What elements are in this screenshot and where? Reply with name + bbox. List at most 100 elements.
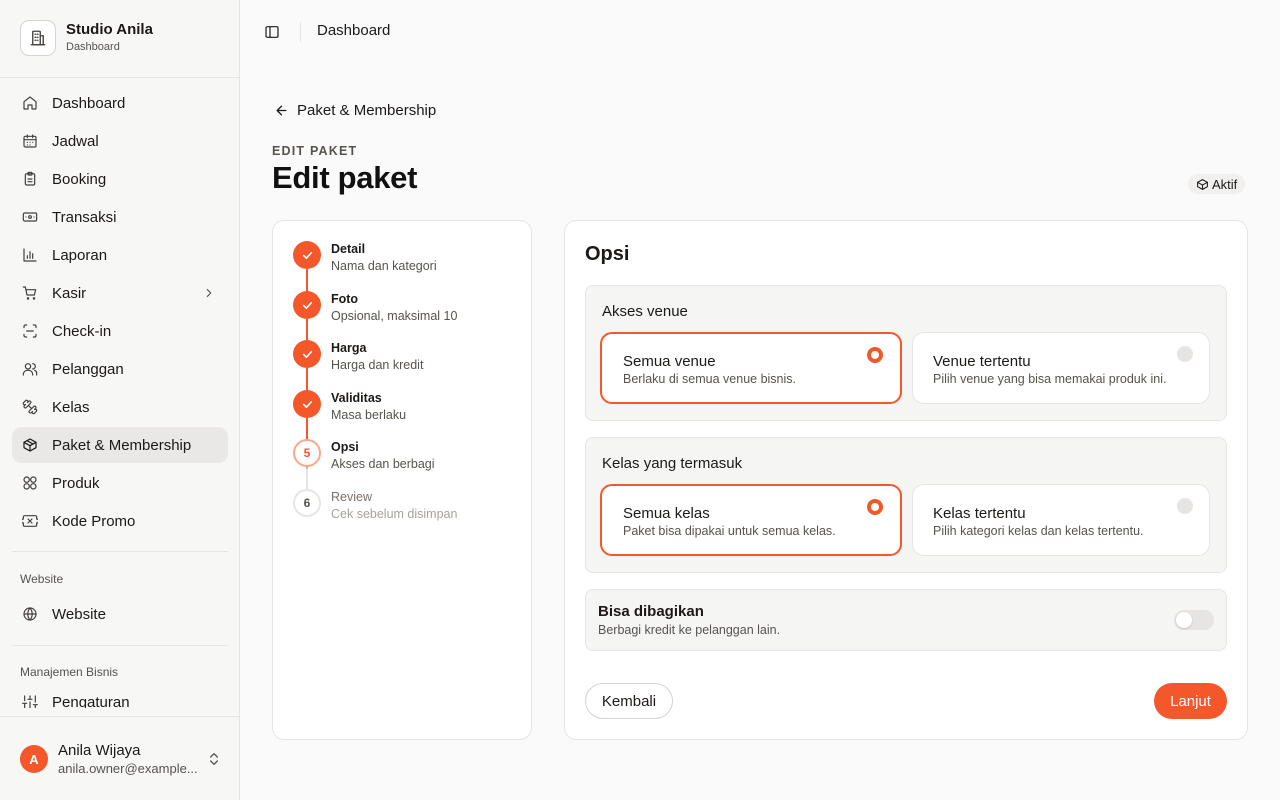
breadcrumb: Dashboard bbox=[317, 22, 391, 39]
radio-unselected[interactable] bbox=[1177, 346, 1193, 362]
step-review[interactable]: 6 Review Cek sebelum disimpan bbox=[293, 489, 523, 529]
sidebar-item-paket-membership[interactable]: Paket & Membership bbox=[12, 427, 228, 463]
step-desc: Masa berlaku bbox=[331, 408, 407, 422]
back-button[interactable]: Kembali bbox=[585, 683, 673, 719]
sidebar-item-kasir[interactable]: Kasir bbox=[12, 275, 228, 311]
building-icon bbox=[20, 20, 56, 56]
back-link-label: Paket & Membership bbox=[297, 102, 437, 119]
step-harga[interactable]: Harga Harga dan kredit bbox=[293, 340, 523, 380]
scan-icon bbox=[23, 324, 37, 338]
sidebar-item-label: Check-in bbox=[52, 322, 112, 340]
clipboard-icon bbox=[24, 171, 36, 186]
status-badge: Aktif bbox=[1188, 174, 1246, 194]
option-all-venues[interactable]: Semua venue Berlaku di semua venue bisni… bbox=[600, 332, 902, 404]
sidebar-item-check-in[interactable]: Check-in bbox=[12, 313, 228, 349]
sidebar-item-label: Dashboard bbox=[52, 94, 126, 112]
sidebar-item-label: Paket & Membership bbox=[52, 436, 192, 454]
brand-name: Studio Anila bbox=[66, 21, 153, 38]
chevrons-up-down-icon bbox=[210, 753, 218, 765]
sidebar-item-produk[interactable]: Produk bbox=[12, 465, 228, 501]
option-specific-classes[interactable]: Kelas tertentu Pilih kategori kelas dan … bbox=[912, 484, 1210, 556]
step-validitas[interactable]: Validitas Masa berlaku bbox=[293, 390, 523, 430]
chevron-right-icon bbox=[206, 288, 212, 298]
status-badge-label: Aktif bbox=[1212, 176, 1238, 192]
check-icon bbox=[302, 251, 312, 259]
section-label-business: Manajemen Bisnis bbox=[20, 665, 119, 679]
sidebar-item-pelanggan[interactable]: Pelanggan bbox=[12, 351, 228, 387]
check-icon bbox=[302, 400, 312, 408]
check-icon bbox=[302, 301, 312, 309]
sidebar-toggle-button[interactable] bbox=[264, 24, 280, 45]
step-detail[interactable]: Detail Nama dan kategori bbox=[293, 241, 523, 281]
banknote-icon bbox=[22, 212, 38, 222]
step-indicator bbox=[293, 340, 321, 368]
included-classes-group: Kelas yang termasuk Semua kelas Paket bi… bbox=[585, 437, 1227, 573]
step-indicator: 6 bbox=[293, 489, 321, 517]
option-all-classes[interactable]: Semua kelas Paket bisa dipakai untuk sem… bbox=[600, 484, 902, 556]
setting-desc: Berbagi kredit ke pelanggan lain. bbox=[598, 623, 781, 637]
stepper-line bbox=[306, 469, 308, 490]
sidebar-item-transaksi[interactable]: Transaksi bbox=[12, 199, 228, 235]
arrow-left-icon bbox=[276, 105, 287, 116]
sidebar-item-label: Pelanggan bbox=[52, 360, 124, 378]
step-desc: Nama dan kategori bbox=[331, 259, 437, 273]
sidebar-item-jadwal[interactable]: Jadwal bbox=[12, 123, 228, 159]
sidebar-item-pengaturan[interactable]: Pengaturan bbox=[12, 692, 228, 708]
back-link[interactable]: Paket & Membership bbox=[274, 102, 436, 119]
sidebar-item-label: Kelas bbox=[52, 398, 90, 416]
page-overline: EDIT PAKET bbox=[272, 144, 358, 158]
settings-icon bbox=[22, 695, 38, 708]
step-foto[interactable]: Foto Opsional, maksimal 10 bbox=[293, 291, 523, 331]
bar-chart-icon bbox=[23, 248, 37, 262]
sidebar-item-label: Booking bbox=[52, 170, 107, 188]
user-name: Anila Wijaya bbox=[58, 742, 141, 759]
option-title: Semua kelas bbox=[623, 505, 710, 522]
sidebar-item-label: Produk bbox=[52, 474, 100, 492]
step-title: Opsi bbox=[331, 440, 359, 454]
package-icon bbox=[1197, 178, 1208, 190]
dumbbell-icon bbox=[22, 399, 38, 415]
step-title: Validitas bbox=[331, 391, 382, 405]
radio-unselected[interactable] bbox=[1177, 498, 1193, 514]
stepper: Detail Nama dan kategori Foto Opsional, … bbox=[272, 220, 532, 740]
sidebar-item-dashboard[interactable]: Dashboard bbox=[12, 85, 228, 121]
user-menu[interactable]: A Anila Wijaya anila.owner@example... bbox=[0, 716, 239, 800]
sidebar-divider bbox=[0, 77, 239, 78]
option-desc: Berlaku di semua venue bisnis. bbox=[623, 372, 797, 386]
shareable-toggle[interactable] bbox=[1174, 610, 1214, 630]
sidebar-item-label: Kasir bbox=[52, 284, 87, 302]
sidebar-item-kode-promo[interactable]: Kode Promo bbox=[12, 503, 228, 539]
radio-selected[interactable] bbox=[867, 347, 883, 363]
step-desc: Opsional, maksimal 10 bbox=[331, 309, 458, 323]
sidebar-divider bbox=[12, 551, 228, 552]
ticket-icon bbox=[22, 515, 38, 527]
sidebar: Studio Anila Dashboard Dashboard Jadwal … bbox=[0, 0, 240, 800]
cart-icon bbox=[22, 286, 37, 300]
radio-selected[interactable] bbox=[867, 499, 883, 515]
sidebar-item-booking[interactable]: Booking bbox=[12, 161, 228, 197]
option-specific-venues[interactable]: Venue tertentu Pilih venue yang bisa mem… bbox=[912, 332, 1210, 404]
step-indicator: 5 bbox=[293, 439, 321, 467]
step-title: Detail bbox=[331, 242, 366, 256]
step-title: Harga bbox=[331, 341, 367, 355]
sidebar-item-label: Kode Promo bbox=[52, 512, 136, 530]
card-title: Opsi bbox=[585, 243, 630, 265]
home-icon bbox=[23, 96, 37, 110]
globe-icon bbox=[23, 607, 37, 621]
avatar: A bbox=[20, 745, 48, 773]
step-desc: Harga dan kredit bbox=[331, 358, 424, 372]
check-icon bbox=[302, 350, 312, 358]
users-icon bbox=[22, 363, 38, 376]
step-indicator bbox=[293, 390, 321, 418]
step-opsi[interactable]: 5 Opsi Akses dan berbagi bbox=[293, 439, 523, 479]
sidebar-item-website[interactable]: Website bbox=[12, 596, 228, 632]
sidebar-item-laporan[interactable]: Laporan bbox=[12, 237, 228, 273]
step-title: Foto bbox=[331, 292, 359, 306]
brand[interactable]: Studio Anila Dashboard bbox=[20, 20, 153, 56]
shapes-icon bbox=[23, 476, 37, 490]
sidebar-item-kelas[interactable]: Kelas bbox=[12, 389, 228, 425]
next-button[interactable]: Lanjut bbox=[1154, 683, 1227, 719]
sidebar-item-label: Laporan bbox=[52, 246, 108, 264]
sidebar-divider bbox=[12, 645, 228, 646]
step-desc: Akses dan berbagi bbox=[331, 457, 435, 471]
